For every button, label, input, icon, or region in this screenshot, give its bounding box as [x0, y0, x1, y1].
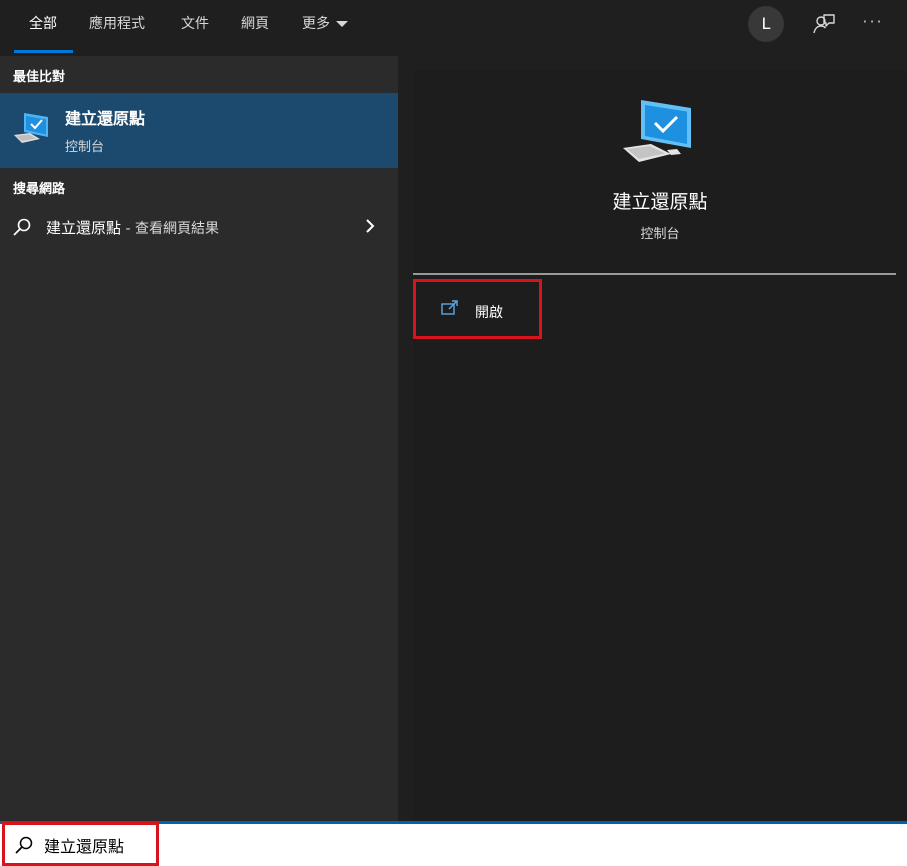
best-match-heading: 最佳比對 — [13, 70, 66, 85]
open-button[interactable]: 開啟 — [413, 279, 542, 339]
feedback-icon[interactable] — [812, 12, 836, 36]
open-in-new-icon — [441, 300, 458, 315]
preview-title: 建立還原點 — [612, 191, 708, 213]
web-search-suffix: - 查看網頁結果 — [121, 221, 219, 237]
best-match-subtitle: 控制台 — [65, 140, 105, 155]
preview-top-gap — [398, 56, 907, 70]
tab-all[interactable]: 全部 — [29, 0, 57, 56]
search-icon — [15, 836, 33, 854]
active-tab-indicator — [14, 50, 73, 53]
preview-panel: 建立還原點 控制台 開啟 — [413, 70, 907, 821]
panel-divider — [398, 56, 413, 821]
tab-apps[interactable]: 應用程式 — [89, 0, 145, 56]
chevron-right-icon[interactable] — [363, 218, 377, 234]
web-search-heading: 搜尋網路 — [13, 182, 66, 197]
preview-subtitle: 控制台 — [640, 227, 680, 242]
more-options-icon[interactable]: ··· — [858, 10, 888, 34]
tab-more[interactable]: 更多 — [302, 0, 348, 56]
web-search-query: 建立還原點 — [46, 219, 122, 237]
web-search-item[interactable]: 建立還原點 - 查看網頁結果 — [0, 208, 398, 244]
web-search-text: 建立還原點 - 查看網頁結果 — [46, 217, 219, 238]
computer-restore-icon — [14, 113, 48, 143]
results-panel: 最佳比對 建立還原點 控制台 搜尋網路 建立還原點 - 查看網頁結果 — [0, 56, 398, 821]
best-match-item[interactable]: 建立還原點 控制台 — [0, 93, 398, 168]
tab-documents[interactable]: 文件 — [181, 0, 209, 56]
search-icon — [13, 218, 31, 236]
tab-web[interactable]: 網頁 — [241, 0, 269, 56]
search-filter-bar: 全部 應用程式 文件 網頁 更多 L ··· — [0, 0, 907, 56]
preview-separator — [413, 273, 896, 275]
user-avatar[interactable]: L — [748, 6, 784, 42]
computer-restore-icon-large — [623, 100, 691, 162]
best-match-title: 建立還原點 — [65, 109, 146, 128]
search-bar — [0, 822, 907, 866]
tab-more-label: 更多 — [302, 16, 330, 32]
search-input[interactable] — [44, 832, 644, 858]
caret-down-icon — [336, 21, 348, 27]
open-label: 開啟 — [475, 305, 503, 321]
